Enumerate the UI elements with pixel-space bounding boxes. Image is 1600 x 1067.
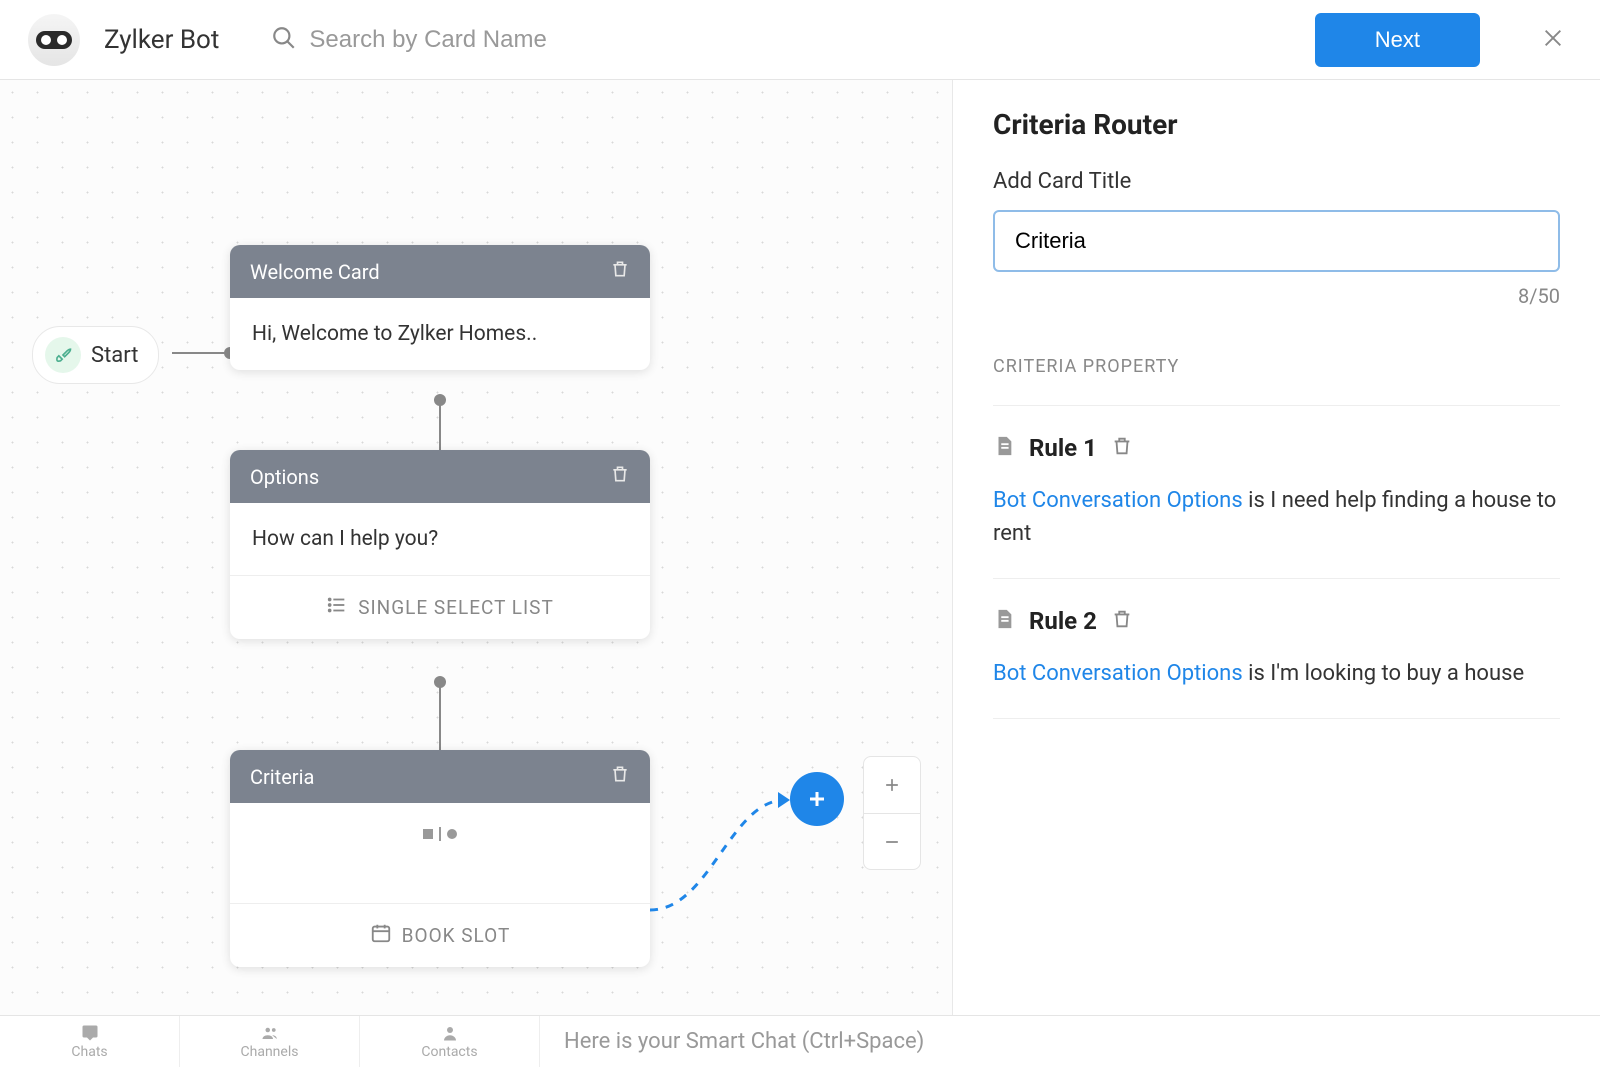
card-action-label: BOOK SLOT [402, 924, 511, 947]
card-title-input[interactable] [993, 210, 1560, 272]
document-icon [993, 435, 1015, 461]
trash-icon[interactable] [1111, 608, 1133, 634]
zoom-in-button[interactable] [864, 757, 920, 813]
card-body: How can I help you? [230, 503, 650, 575]
calendar-icon [370, 922, 392, 949]
field-label-title: Add Card Title [993, 169, 1560, 194]
smart-chat-input[interactable]: Here is your Smart Chat (Ctrl+Space) [540, 1016, 1600, 1067]
trash-icon[interactable] [610, 764, 630, 789]
rule-title: Rule 1 [1029, 434, 1097, 462]
card-welcome[interactable]: Welcome Card Hi, Welcome to Zylker Homes… [230, 245, 650, 370]
card-action-single-select[interactable]: SINGLE SELECT LIST [230, 575, 650, 639]
card-criteria[interactable]: Criteria BOOK SLOT [230, 750, 650, 967]
trash-icon[interactable] [1111, 435, 1133, 461]
next-button[interactable]: Next [1315, 13, 1480, 67]
card-title: Options [250, 465, 319, 489]
rocket-icon [45, 337, 81, 373]
card-action-book-slot[interactable]: BOOK SLOT [230, 903, 650, 967]
rule-link[interactable]: Bot Conversation Options [993, 661, 1243, 686]
add-output-button[interactable] [790, 772, 844, 826]
rule-title: Rule 2 [1029, 607, 1097, 635]
rule-block: Rule 1 Bot Conversation Options is I nee… [993, 405, 1560, 578]
card-action-label: SINGLE SELECT LIST [358, 596, 554, 619]
card-title: Criteria [250, 765, 314, 789]
rule-block: Rule 2 Bot Conversation Options is I'm l… [993, 578, 1560, 718]
right-panel: Criteria Router Add Card Title 8/50 CRIT… [952, 80, 1600, 1015]
rule-text: Bot Conversation Options is I'm looking … [993, 657, 1560, 690]
card-title: Welcome Card [250, 260, 380, 284]
rule-link[interactable]: Bot Conversation Options [993, 488, 1243, 513]
bottom-bar: Chats Channels Contacts Here is your Sma… [0, 1015, 1600, 1067]
card-body-empty [230, 803, 650, 903]
flow-canvas[interactable]: Start Welcome Card Hi, Welcome to Zylker… [0, 80, 952, 1015]
tab-channels[interactable]: Channels [180, 1016, 360, 1067]
document-icon [993, 608, 1015, 634]
bot-avatar [28, 14, 80, 66]
list-icon [326, 594, 348, 621]
search-input[interactable] [309, 26, 709, 54]
start-label: Start [91, 343, 138, 368]
panel-title: Criteria Router [993, 108, 1560, 141]
rule-text: Bot Conversation Options is I need help … [993, 484, 1560, 550]
trash-icon[interactable] [610, 259, 630, 284]
search-icon [271, 25, 297, 55]
start-node[interactable]: Start [32, 326, 159, 384]
criteria-placeholder-icon [252, 827, 628, 841]
tab-chats[interactable]: Chats [0, 1016, 180, 1067]
trash-icon[interactable] [610, 464, 630, 489]
zoom-controls [863, 756, 921, 870]
bot-name-label: Zylker Bot [104, 25, 219, 55]
section-label-criteria-property: CRITERIA PROPERTY [993, 356, 1560, 405]
tab-contacts[interactable]: Contacts [360, 1016, 540, 1067]
card-options[interactable]: Options How can I help you? SINGLE SELEC… [230, 450, 650, 639]
char-count: 8/50 [993, 284, 1560, 308]
zoom-out-button[interactable] [864, 813, 920, 869]
close-icon[interactable] [1534, 19, 1572, 61]
card-body: Hi, Welcome to Zylker Homes.. [230, 298, 650, 370]
